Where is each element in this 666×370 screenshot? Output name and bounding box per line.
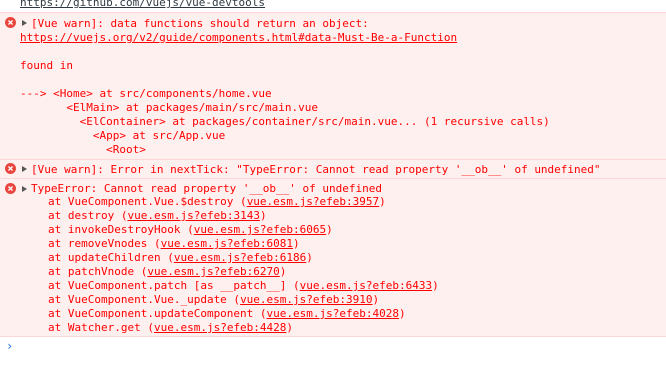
console-warning-data-function: [Vue warn]: data functions should return…: [0, 12, 666, 160]
error-circle-icon: [5, 183, 16, 194]
error-circle-icon: [5, 163, 16, 174]
trace-line: <ElMain> at packages/main/src/main.vue: [20, 101, 319, 114]
warning-text: [Vue warn]: Error in nextTick: "TypeErro…: [31, 163, 601, 176]
stack-frame: at removeVnodes (vue.esm.js?efeb:6081): [48, 237, 300, 250]
trace-line: <Root>: [20, 143, 146, 156]
stack-frame: at destroy (vue.esm.js?efeb:3143): [48, 209, 267, 222]
source-link[interactable]: vue.esm.js?efeb:3957: [247, 195, 379, 208]
source-link[interactable]: vue.esm.js?efeb:6186: [174, 251, 306, 264]
source-link[interactable]: vue.esm.js?efeb:3910: [240, 293, 372, 306]
source-link[interactable]: vue.esm.js?efeb:6065: [194, 223, 326, 236]
source-link[interactable]: vue.esm.js?efeb:6433: [300, 279, 432, 292]
stack-frame: at invokeDestroyHook (vue.esm.js?efeb:60…: [48, 223, 333, 236]
error-text: TypeError: Cannot read property '__ob__'…: [31, 182, 382, 195]
stack-frame: at VueComponent.Vue.$destroy (vue.esm.js…: [48, 195, 386, 208]
source-link[interactable]: vue.esm.js?efeb:6081: [161, 237, 293, 250]
stack-frame: at patchVnode (vue.esm.js?efeb:6270): [48, 265, 287, 278]
error-circle-icon: [5, 17, 16, 28]
expand-triangle-icon[interactable]: [22, 166, 27, 172]
divider: [0, 336, 666, 337]
devtools-link[interactable]: https://github.com/vuejs/vue-devtools: [20, 0, 265, 9]
console-warning-nexttick: [Vue warn]: Error in nextTick: "TypeErro…: [0, 159, 666, 179]
docs-link[interactable]: https://vuejs.org/v2/guide/components.ht…: [20, 31, 457, 44]
stack-frame: at VueComponent.updateComponent (vue.esm…: [48, 307, 406, 320]
trace-line: <App> at src/App.vue: [20, 129, 226, 142]
trace-line: <ElContainer> at packages/container/src/…: [20, 115, 550, 128]
stack-frame: at Watcher.get (vue.esm.js?efeb:4428): [48, 321, 294, 334]
devtools-console: https://github.com/vuejs/vue-devtools [V…: [0, 0, 666, 370]
found-in-label: found in: [20, 59, 73, 72]
source-link[interactable]: vue.esm.js?efeb:4428: [154, 321, 286, 334]
console-prompt[interactable]: ›: [6, 339, 13, 353]
console-error-typeerror: TypeError: Cannot read property '__ob__'…: [0, 178, 666, 336]
source-link[interactable]: vue.esm.js?efeb:4028: [267, 307, 399, 320]
trace-line: ---> <Home> at src/components/home.vue: [20, 87, 272, 100]
source-link[interactable]: vue.esm.js?efeb:6270: [147, 265, 279, 278]
expand-triangle-icon[interactable]: [22, 186, 27, 192]
expand-triangle-icon[interactable]: [22, 20, 27, 26]
stack-frame: at VueComponent.Vue._update (vue.esm.js?…: [48, 293, 380, 306]
warning-text: [Vue warn]: data functions should return…: [31, 17, 369, 30]
source-link[interactable]: vue.esm.js?efeb:3143: [127, 209, 259, 222]
stack-frame: at VueComponent.patch [as __patch__] (vu…: [48, 279, 439, 292]
stack-frame: at updateChildren (vue.esm.js?efeb:6186): [48, 251, 313, 264]
